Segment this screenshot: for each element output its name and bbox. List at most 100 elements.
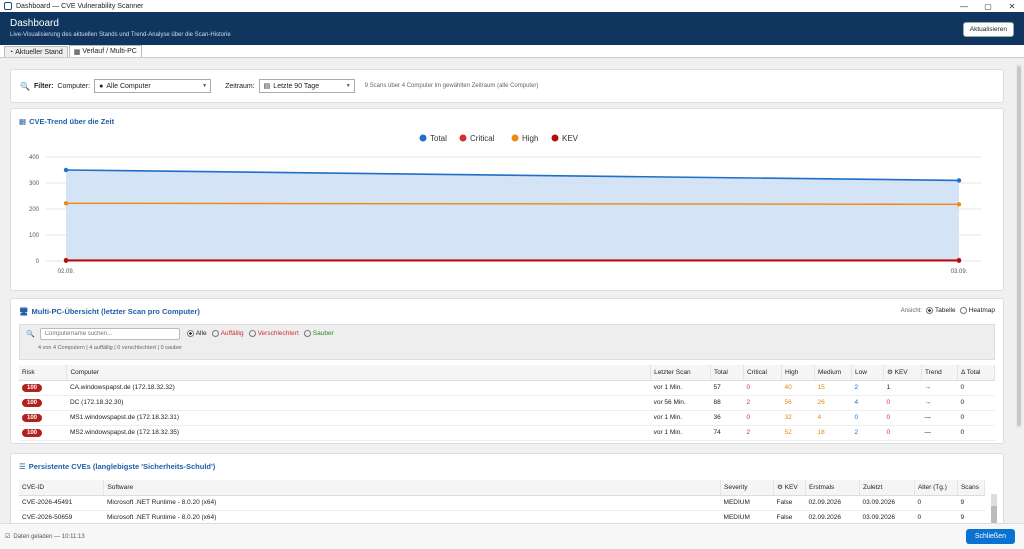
col-erstmals[interactable]: Erstmals [805, 480, 860, 496]
col-kev-label: KEV [784, 484, 798, 492]
high-value: 52 [784, 429, 792, 436]
col-delta-total[interactable]: Δ Total [957, 365, 996, 381]
view-heatmap-radio[interactable]: Heatmap [959, 307, 995, 314]
table-row[interactable]: 100 MS2.windowspapst.de (172.18.32.35) vor… [19, 425, 995, 441]
col-letzter-scan[interactable]: Letzter Scan [650, 365, 712, 381]
radio-sauber[interactable]: Sauber [303, 330, 334, 338]
computer-search-input[interactable] [39, 328, 180, 340]
kev-value: 0 [886, 414, 891, 421]
cell-risk: 100 [19, 395, 67, 411]
view-table-radio[interactable]: Tabelle [926, 307, 956, 314]
col-high[interactable]: High [781, 365, 815, 381]
window-controls: — ▢ ✕ [952, 2, 1024, 11]
close-button[interactable]: Schließen [965, 529, 1015, 544]
cell-critical: 0 [743, 380, 782, 396]
legend-marker-critical [459, 134, 467, 142]
chart-icon: ▦ [73, 48, 81, 56]
chevron-down-icon: ▼ [345, 83, 351, 89]
search-icon: 🔍 [20, 81, 30, 91]
medium-value: 26 [817, 399, 825, 406]
zeitraum-select[interactable]: ▤ Letzte 90 Tage ▼ [258, 79, 355, 93]
computer-select[interactable]: ● Alle Computer ▼ [94, 79, 212, 93]
y-tick-label: 100 [29, 233, 40, 239]
low-value: 2 [854, 384, 859, 391]
col-trend[interactable]: Trend [921, 365, 958, 381]
computer-value: DC (172.18.32.30) [69, 399, 124, 406]
delta-value: 0 [960, 399, 965, 406]
radio-verschlechtert-label: Verschlechtert [257, 330, 299, 338]
cell-low: 2 [851, 380, 884, 396]
computer-value: MS1.windowspapst.de (172.18.32.31) [69, 414, 180, 421]
col-severity[interactable]: Severity [720, 480, 775, 496]
tab-aktueller-stand[interactable]: ◔ Aktueller Stand [4, 46, 68, 57]
critical-value: 0 [746, 384, 751, 391]
radio-auffaellig[interactable]: Auffällig [211, 330, 244, 338]
data-point-kev [63, 258, 69, 263]
table-row[interactable]: CVE-2026-50659 Microsoft .NET Runtime - 8… [19, 510, 985, 523]
radio-alle[interactable]: Alle [186, 330, 207, 338]
trend-title: ▦ CVE-Trend über die Zeit [19, 117, 114, 126]
legend-marker-total [419, 134, 427, 142]
data-point-high [63, 201, 69, 206]
filter-panel: 🔍 Filter: Computer: ● Alle Computer ▼ Ze… [10, 69, 1004, 103]
persistent-title-text: Persistente CVEs (langlebigste 'Sicherhe… [28, 462, 216, 471]
col-zuletzt[interactable]: Zuletzt [859, 480, 915, 496]
cell-low: 4 [851, 395, 884, 411]
col-risk[interactable]: Risk [19, 365, 68, 381]
col-scans[interactable]: Scans [957, 480, 986, 496]
table-row[interactable]: 100 MS1.windowspapst.de (172.18.32.31) vor… [19, 410, 995, 426]
cell-kev: False [773, 510, 806, 523]
speedometer-icon: ◔ [9, 48, 14, 56]
table-row[interactable]: 100 CA.windowspapst.de (172.18.32.32) vor … [19, 380, 995, 396]
cell-severity: MEDIUM [720, 495, 774, 511]
col-cve-id[interactable]: CVE-ID [19, 480, 105, 496]
cell-kev: 1 [883, 380, 922, 396]
refresh-button[interactable]: Aktualisieren [962, 22, 1014, 37]
list-icon: ☰ [19, 462, 26, 471]
col-computer[interactable]: Computer [66, 365, 652, 381]
legend-label-kev: KEV [562, 134, 579, 143]
trend-value: — [924, 414, 931, 421]
high-value: 56 [784, 399, 792, 406]
low-value: 0 [854, 414, 859, 421]
critical-value: 2 [746, 399, 751, 406]
check-icon: ☑ [5, 534, 11, 540]
cell-medium: 4 [814, 410, 852, 426]
persistent-scrollbar[interactable] [991, 494, 997, 523]
cell-low: 2 [851, 425, 884, 441]
col-critical[interactable]: Critical [743, 365, 783, 381]
data-point-kev [956, 258, 962, 263]
table-row[interactable]: 100 DC (172.18.32.30) vor 56 Min. 88 2 56 26 4 0… [19, 395, 995, 411]
col-software[interactable]: Software [103, 480, 722, 496]
table-row[interactable]: CVE-2026-45491 Microsoft .NET Runtime - 8… [19, 495, 985, 511]
col-low[interactable]: Low [851, 365, 884, 381]
col-medium[interactable]: Medium [814, 365, 852, 381]
radio-verschlechtert[interactable]: Verschlechtert [248, 330, 299, 338]
maximize-icon[interactable]: ▢ [976, 2, 1000, 11]
scrollbar-thumb[interactable] [1017, 66, 1021, 426]
col-alter[interactable]: Alter (Tg.) [914, 480, 958, 496]
x-tick-label: 03.09. [951, 269, 968, 275]
zeitraum-select-value: Letzte 90 Tage [273, 82, 320, 90]
cell-delta: 0 [957, 425, 995, 441]
col-kev[interactable]: ⚙ KEV [883, 365, 922, 381]
cell-cve: CVE-2026-50659 [19, 510, 104, 523]
main-content: 🔍 Filter: Computer: ● Alle Computer ▼ Ze… [10, 63, 1004, 523]
window-title: Dashboard — CVE Vulnerability Scanner [16, 2, 144, 10]
scan-value: vor 1 Min. [653, 414, 683, 421]
tab-verlauf[interactable]: ▦ Verlauf / Multi-PC [68, 45, 142, 57]
cell-scans: 9 [957, 510, 985, 523]
minimize-icon[interactable]: — [952, 2, 976, 11]
legend-label-critical: Critical [470, 134, 495, 143]
cell-last: 03.09.2026 [859, 510, 915, 523]
multipc-panel: 🖥 Multi-PC-Übersicht (letzter Scan pro C… [10, 298, 1004, 444]
close-icon[interactable]: ✕ [1000, 2, 1024, 11]
col-kev[interactable]: ⚙ KEV [773, 480, 806, 496]
cell-computer: MS2.windowspapst.de (172.18.32.35) [66, 425, 651, 441]
col-total[interactable]: Total [710, 365, 745, 381]
cell-delta: 0 [957, 380, 995, 396]
critical-value: 0 [746, 414, 751, 421]
tab-label: Aktueller Stand [15, 48, 63, 56]
kev-value: 1 [886, 384, 891, 391]
page-scrollbar[interactable] [1016, 64, 1022, 428]
